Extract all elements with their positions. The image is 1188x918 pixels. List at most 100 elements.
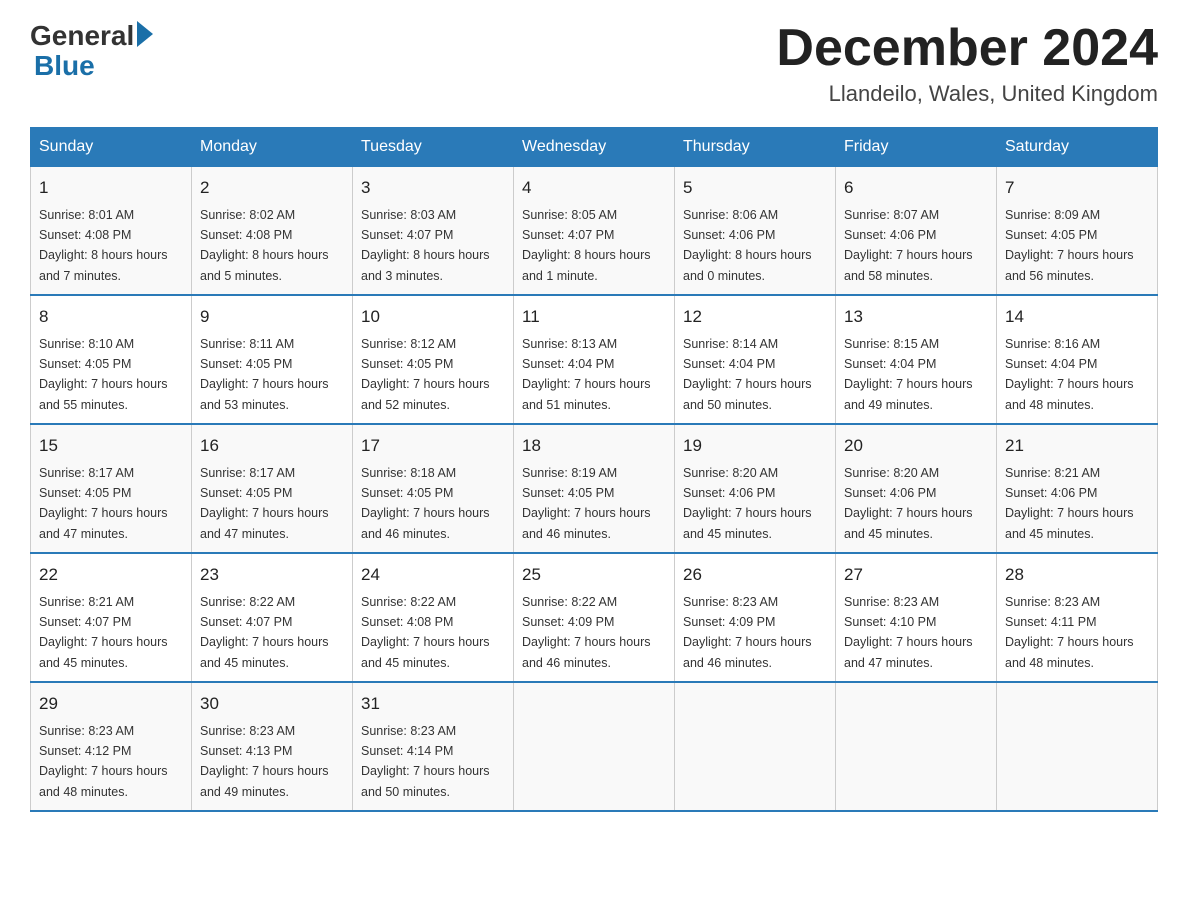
calendar-cell: 15 Sunrise: 8:17 AMSunset: 4:05 PMDaylig… — [31, 424, 192, 553]
calendar-cell: 3 Sunrise: 8:03 AMSunset: 4:07 PMDayligh… — [353, 167, 514, 296]
cell-info: Sunrise: 8:10 AMSunset: 4:05 PMDaylight:… — [39, 337, 168, 412]
day-number: 29 — [39, 691, 183, 717]
calendar-cell: 17 Sunrise: 8:18 AMSunset: 4:05 PMDaylig… — [353, 424, 514, 553]
cell-info: Sunrise: 8:01 AMSunset: 4:08 PMDaylight:… — [39, 208, 168, 283]
col-monday: Monday — [192, 128, 353, 167]
calendar-cell: 29 Sunrise: 8:23 AMSunset: 4:12 PMDaylig… — [31, 682, 192, 811]
logo-triangle-icon — [137, 21, 153, 52]
day-number: 11 — [522, 304, 666, 330]
calendar-cell: 18 Sunrise: 8:19 AMSunset: 4:05 PMDaylig… — [514, 424, 675, 553]
col-wednesday: Wednesday — [514, 128, 675, 167]
day-number: 24 — [361, 562, 505, 588]
day-number: 26 — [683, 562, 827, 588]
cell-info: Sunrise: 8:18 AMSunset: 4:05 PMDaylight:… — [361, 466, 490, 541]
calendar-cell: 9 Sunrise: 8:11 AMSunset: 4:05 PMDayligh… — [192, 295, 353, 424]
day-number: 3 — [361, 175, 505, 201]
calendar-cell: 13 Sunrise: 8:15 AMSunset: 4:04 PMDaylig… — [836, 295, 997, 424]
calendar-cell: 19 Sunrise: 8:20 AMSunset: 4:06 PMDaylig… — [675, 424, 836, 553]
calendar-week-row: 1 Sunrise: 8:01 AMSunset: 4:08 PMDayligh… — [31, 167, 1158, 296]
calendar-week-row: 29 Sunrise: 8:23 AMSunset: 4:12 PMDaylig… — [31, 682, 1158, 811]
col-thursday: Thursday — [675, 128, 836, 167]
logo-blue-text: Blue — [34, 50, 95, 82]
cell-info: Sunrise: 8:21 AMSunset: 4:07 PMDaylight:… — [39, 595, 168, 670]
day-number: 30 — [200, 691, 344, 717]
day-number: 9 — [200, 304, 344, 330]
calendar-week-row: 15 Sunrise: 8:17 AMSunset: 4:05 PMDaylig… — [31, 424, 1158, 553]
calendar-cell: 12 Sunrise: 8:14 AMSunset: 4:04 PMDaylig… — [675, 295, 836, 424]
calendar-cell: 6 Sunrise: 8:07 AMSunset: 4:06 PMDayligh… — [836, 167, 997, 296]
cell-info: Sunrise: 8:15 AMSunset: 4:04 PMDaylight:… — [844, 337, 973, 412]
calendar-cell — [675, 682, 836, 811]
calendar-cell: 10 Sunrise: 8:12 AMSunset: 4:05 PMDaylig… — [353, 295, 514, 424]
cell-info: Sunrise: 8:17 AMSunset: 4:05 PMDaylight:… — [39, 466, 168, 541]
cell-info: Sunrise: 8:06 AMSunset: 4:06 PMDaylight:… — [683, 208, 812, 283]
day-number: 2 — [200, 175, 344, 201]
cell-info: Sunrise: 8:23 AMSunset: 4:14 PMDaylight:… — [361, 724, 490, 799]
calendar-cell: 20 Sunrise: 8:20 AMSunset: 4:06 PMDaylig… — [836, 424, 997, 553]
location-text: Llandeilo, Wales, United Kingdom — [776, 81, 1158, 107]
cell-info: Sunrise: 8:23 AMSunset: 4:09 PMDaylight:… — [683, 595, 812, 670]
month-title: December 2024 — [776, 20, 1158, 77]
cell-info: Sunrise: 8:14 AMSunset: 4:04 PMDaylight:… — [683, 337, 812, 412]
day-number: 21 — [1005, 433, 1149, 459]
cell-info: Sunrise: 8:13 AMSunset: 4:04 PMDaylight:… — [522, 337, 651, 412]
calendar-cell: 26 Sunrise: 8:23 AMSunset: 4:09 PMDaylig… — [675, 553, 836, 682]
calendar-cell: 21 Sunrise: 8:21 AMSunset: 4:06 PMDaylig… — [997, 424, 1158, 553]
day-number: 20 — [844, 433, 988, 459]
day-number: 17 — [361, 433, 505, 459]
calendar-cell — [836, 682, 997, 811]
calendar-cell — [997, 682, 1158, 811]
calendar-cell: 4 Sunrise: 8:05 AMSunset: 4:07 PMDayligh… — [514, 167, 675, 296]
day-number: 16 — [200, 433, 344, 459]
calendar-cell: 16 Sunrise: 8:17 AMSunset: 4:05 PMDaylig… — [192, 424, 353, 553]
cell-info: Sunrise: 8:07 AMSunset: 4:06 PMDaylight:… — [844, 208, 973, 283]
cell-info: Sunrise: 8:16 AMSunset: 4:04 PMDaylight:… — [1005, 337, 1134, 412]
cell-info: Sunrise: 8:03 AMSunset: 4:07 PMDaylight:… — [361, 208, 490, 283]
day-number: 7 — [1005, 175, 1149, 201]
calendar-cell: 14 Sunrise: 8:16 AMSunset: 4:04 PMDaylig… — [997, 295, 1158, 424]
calendar-table: Sunday Monday Tuesday Wednesday Thursday… — [30, 127, 1158, 812]
calendar-cell — [514, 682, 675, 811]
cell-info: Sunrise: 8:21 AMSunset: 4:06 PMDaylight:… — [1005, 466, 1134, 541]
page-header: General Blue December 2024 Llandeilo, Wa… — [30, 20, 1158, 107]
cell-info: Sunrise: 8:11 AMSunset: 4:05 PMDaylight:… — [200, 337, 329, 412]
day-number: 6 — [844, 175, 988, 201]
day-number: 5 — [683, 175, 827, 201]
calendar-cell: 2 Sunrise: 8:02 AMSunset: 4:08 PMDayligh… — [192, 167, 353, 296]
cell-info: Sunrise: 8:22 AMSunset: 4:09 PMDaylight:… — [522, 595, 651, 670]
day-number: 23 — [200, 562, 344, 588]
day-number: 19 — [683, 433, 827, 459]
day-number: 8 — [39, 304, 183, 330]
cell-info: Sunrise: 8:17 AMSunset: 4:05 PMDaylight:… — [200, 466, 329, 541]
calendar-cell: 24 Sunrise: 8:22 AMSunset: 4:08 PMDaylig… — [353, 553, 514, 682]
calendar-cell: 11 Sunrise: 8:13 AMSunset: 4:04 PMDaylig… — [514, 295, 675, 424]
calendar-cell: 7 Sunrise: 8:09 AMSunset: 4:05 PMDayligh… — [997, 167, 1158, 296]
calendar-cell: 28 Sunrise: 8:23 AMSunset: 4:11 PMDaylig… — [997, 553, 1158, 682]
calendar-cell: 1 Sunrise: 8:01 AMSunset: 4:08 PMDayligh… — [31, 167, 192, 296]
day-number: 12 — [683, 304, 827, 330]
day-number: 31 — [361, 691, 505, 717]
cell-info: Sunrise: 8:22 AMSunset: 4:08 PMDaylight:… — [361, 595, 490, 670]
day-number: 1 — [39, 175, 183, 201]
day-number: 10 — [361, 304, 505, 330]
cell-info: Sunrise: 8:23 AMSunset: 4:11 PMDaylight:… — [1005, 595, 1134, 670]
cell-info: Sunrise: 8:22 AMSunset: 4:07 PMDaylight:… — [200, 595, 329, 670]
cell-info: Sunrise: 8:19 AMSunset: 4:05 PMDaylight:… — [522, 466, 651, 541]
calendar-week-row: 8 Sunrise: 8:10 AMSunset: 4:05 PMDayligh… — [31, 295, 1158, 424]
day-number: 28 — [1005, 562, 1149, 588]
day-number: 15 — [39, 433, 183, 459]
cell-info: Sunrise: 8:05 AMSunset: 4:07 PMDaylight:… — [522, 208, 651, 283]
logo-general-text: General — [30, 20, 134, 52]
day-number: 25 — [522, 562, 666, 588]
day-number: 4 — [522, 175, 666, 201]
col-saturday: Saturday — [997, 128, 1158, 167]
col-sunday: Sunday — [31, 128, 192, 167]
cell-info: Sunrise: 8:02 AMSunset: 4:08 PMDaylight:… — [200, 208, 329, 283]
calendar-cell: 27 Sunrise: 8:23 AMSunset: 4:10 PMDaylig… — [836, 553, 997, 682]
day-number: 14 — [1005, 304, 1149, 330]
calendar-cell: 22 Sunrise: 8:21 AMSunset: 4:07 PMDaylig… — [31, 553, 192, 682]
day-number: 18 — [522, 433, 666, 459]
cell-info: Sunrise: 8:12 AMSunset: 4:05 PMDaylight:… — [361, 337, 490, 412]
calendar-cell: 23 Sunrise: 8:22 AMSunset: 4:07 PMDaylig… — [192, 553, 353, 682]
calendar-cell: 25 Sunrise: 8:22 AMSunset: 4:09 PMDaylig… — [514, 553, 675, 682]
